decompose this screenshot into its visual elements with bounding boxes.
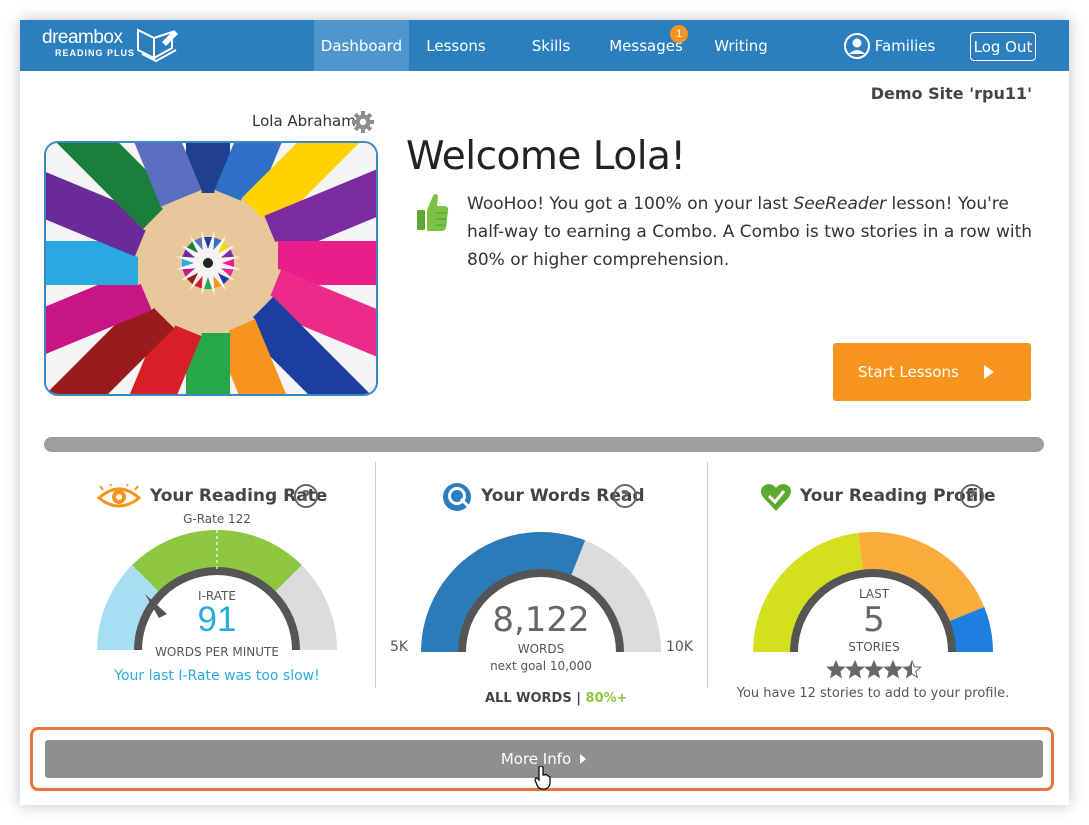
logout-button[interactable]: Log Out — [970, 32, 1036, 61]
hand-pointer-cursor-icon — [534, 766, 551, 790]
nav-dashboard-label: Dashboard — [320, 36, 403, 55]
star-icon — [902, 659, 922, 679]
profile-photo — [44, 141, 378, 396]
nav-families[interactable]: Families — [842, 20, 937, 71]
irate-note: Your last I-Rate was too slow! — [114, 668, 320, 684]
words-min-label: 5K — [390, 639, 409, 655]
welcome-message-part1: WooHoo! You got a 100% on your last — [467, 194, 794, 214]
panel-separator — [707, 462, 708, 688]
star-rating — [826, 659, 922, 679]
filter-all-words[interactable]: ALL WORDS — [485, 691, 572, 706]
nav-lessons[interactable]: Lessons — [415, 20, 497, 71]
star-icon — [845, 659, 865, 679]
words-max-label: 10K — [666, 639, 693, 655]
book-logo-icon — [137, 28, 178, 63]
eye-icon — [97, 484, 141, 508]
star-icon — [864, 659, 884, 679]
irate-value: 91 — [197, 600, 237, 639]
filter-separator: | — [571, 691, 586, 706]
welcome-title: Welcome Lola! — [406, 134, 686, 179]
caret-right-icon — [580, 754, 587, 764]
panel-separator — [375, 462, 376, 688]
stories-count: 5 — [863, 600, 885, 640]
nav-lessons-label: Lessons — [426, 36, 486, 55]
last-label: LAST — [858, 587, 890, 601]
nav-families-label: Families — [874, 36, 936, 55]
filter-80-percent[interactable]: 80%+ — [586, 691, 628, 706]
star-icon — [883, 659, 903, 679]
profile-note: You have 12 stories to add to your profi… — [736, 686, 1010, 701]
words-read-value: 8,122 — [492, 600, 590, 640]
user-name: Lola Abraham — [252, 112, 356, 130]
words-read-help-icon[interactable]: ? — [613, 484, 637, 508]
heart-check-icon — [760, 484, 792, 511]
welcome-message-lesson: SeeReader — [793, 194, 887, 214]
words-filter[interactable]: ALL WORDS | 80%+ — [485, 691, 628, 706]
brand-logo[interactable]: dreambox READING PLUS — [42, 27, 178, 63]
grate-label: G-Rate 122 — [183, 512, 251, 526]
brand-sub: READING PLUS — [55, 48, 136, 58]
brand-name: dreambox — [42, 27, 123, 48]
top-nav: dreambox READING PLUS Dashboard Lessons … — [20, 20, 1069, 71]
site-label: Demo Site 'rpu11' — [870, 84, 1032, 103]
play-arrow-icon — [984, 365, 994, 379]
gear-icon[interactable] — [351, 110, 375, 134]
words-label: WORDS — [517, 642, 565, 656]
nav-dashboard[interactable]: Dashboard — [314, 20, 409, 71]
reading-profile-help-icon[interactable]: ? — [960, 484, 984, 508]
app-frame: dreambox READING PLUS Dashboard Lessons … — [0, 0, 1089, 825]
stories-label: STORIES — [848, 640, 900, 654]
next-goal-label: next goal 10,000 — [490, 659, 592, 673]
pencil-center — [203, 258, 213, 268]
section-divider — [44, 437, 1044, 452]
family-user-icon — [843, 32, 870, 59]
star-icon — [826, 659, 846, 679]
reading-rate-help-icon[interactable]: ? — [294, 484, 318, 508]
thumbs-up-icon — [417, 194, 449, 231]
start-lessons-button[interactable]: Start Lessons — [833, 343, 1031, 401]
start-lessons-label: Start Lessons — [858, 363, 959, 381]
nav-writing[interactable]: Writing — [700, 20, 782, 71]
colored-pencils-image — [46, 143, 376, 394]
welcome-message: WooHoo! You got a 100% on your last SeeR… — [467, 190, 1047, 274]
words-per-minute-label: WORDS PER MINUTE — [155, 645, 279, 659]
nav-writing-label: Writing — [714, 36, 768, 55]
messages-badge: 1 — [670, 25, 688, 43]
nav-skills[interactable]: Skills — [510, 20, 592, 71]
nav-skills-label: Skills — [531, 36, 571, 55]
words-read-icon — [443, 483, 471, 511]
